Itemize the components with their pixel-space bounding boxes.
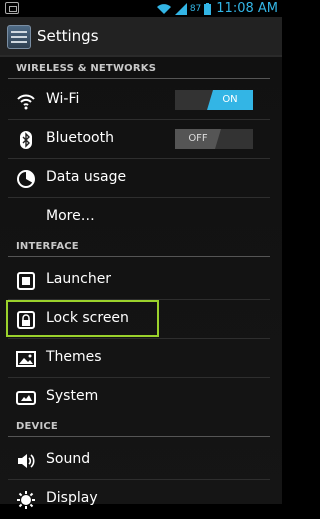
data-usage-icon [16, 169, 36, 189]
lock-screen-highlight [6, 300, 159, 337]
launcher-row[interactable]: Launcher [0, 261, 282, 300]
sound-label: Sound [46, 451, 91, 467]
system-row[interactable]: System [0, 378, 282, 417]
status-bar: 87 11:08 AM [0, 0, 282, 17]
themes-icon [16, 349, 36, 369]
section-header: INTERFACE [16, 241, 79, 252]
bluetooth-label: Bluetooth [46, 130, 114, 146]
wifi-status-icon [156, 3, 172, 15]
divider [8, 256, 270, 257]
display-icon [16, 490, 36, 510]
system-icon [16, 388, 36, 408]
launcher-label: Launcher [46, 271, 112, 287]
signal-icon [174, 2, 187, 15]
section-interface: INTERFACE [0, 237, 282, 257]
sound-row[interactable]: Sound [0, 441, 282, 480]
sound-icon [16, 451, 36, 471]
status-clock: 11:08 AM [216, 1, 278, 16]
screenshot-notification-icon [5, 2, 19, 14]
more-row[interactable]: More… [0, 198, 282, 237]
wifi-label: Wi-Fi [46, 91, 80, 107]
system-label: System [46, 388, 99, 404]
display-row[interactable]: Display [0, 480, 282, 519]
divider [8, 78, 270, 79]
battery-icon [204, 2, 212, 15]
divider [8, 436, 270, 437]
data-usage-label: Data usage [46, 169, 127, 185]
toggle-off-state: OFF [175, 129, 221, 149]
themes-row[interactable]: Themes [0, 339, 282, 378]
settings-list[interactable]: WIRELESS & NETWORKS Wi-Fi ON Bluetooth O… [0, 57, 282, 509]
bluetooth-toggle[interactable]: OFF [175, 129, 253, 149]
bluetooth-row[interactable]: Bluetooth OFF [0, 120, 282, 159]
section-wireless-networks: WIRELESS & NETWORKS [0, 59, 282, 79]
more-label: More… [46, 208, 95, 224]
launcher-icon [16, 271, 36, 291]
toggle-on-state: ON [207, 90, 253, 110]
wifi-row[interactable]: Wi-Fi ON [0, 81, 282, 120]
section-device: DEVICE [0, 417, 282, 437]
bluetooth-icon [16, 130, 36, 150]
action-bar: Settings [0, 17, 282, 57]
section-header: WIRELESS & NETWORKS [16, 63, 157, 74]
battery-percent: 87 [189, 3, 202, 14]
page-title: Settings [37, 27, 99, 45]
wifi-icon [16, 91, 36, 111]
themes-label: Themes [46, 349, 102, 365]
data-usage-row[interactable]: Data usage [0, 159, 282, 198]
wifi-toggle[interactable]: ON [175, 90, 253, 110]
section-header: DEVICE [16, 421, 58, 432]
settings-app-icon[interactable] [7, 25, 31, 49]
